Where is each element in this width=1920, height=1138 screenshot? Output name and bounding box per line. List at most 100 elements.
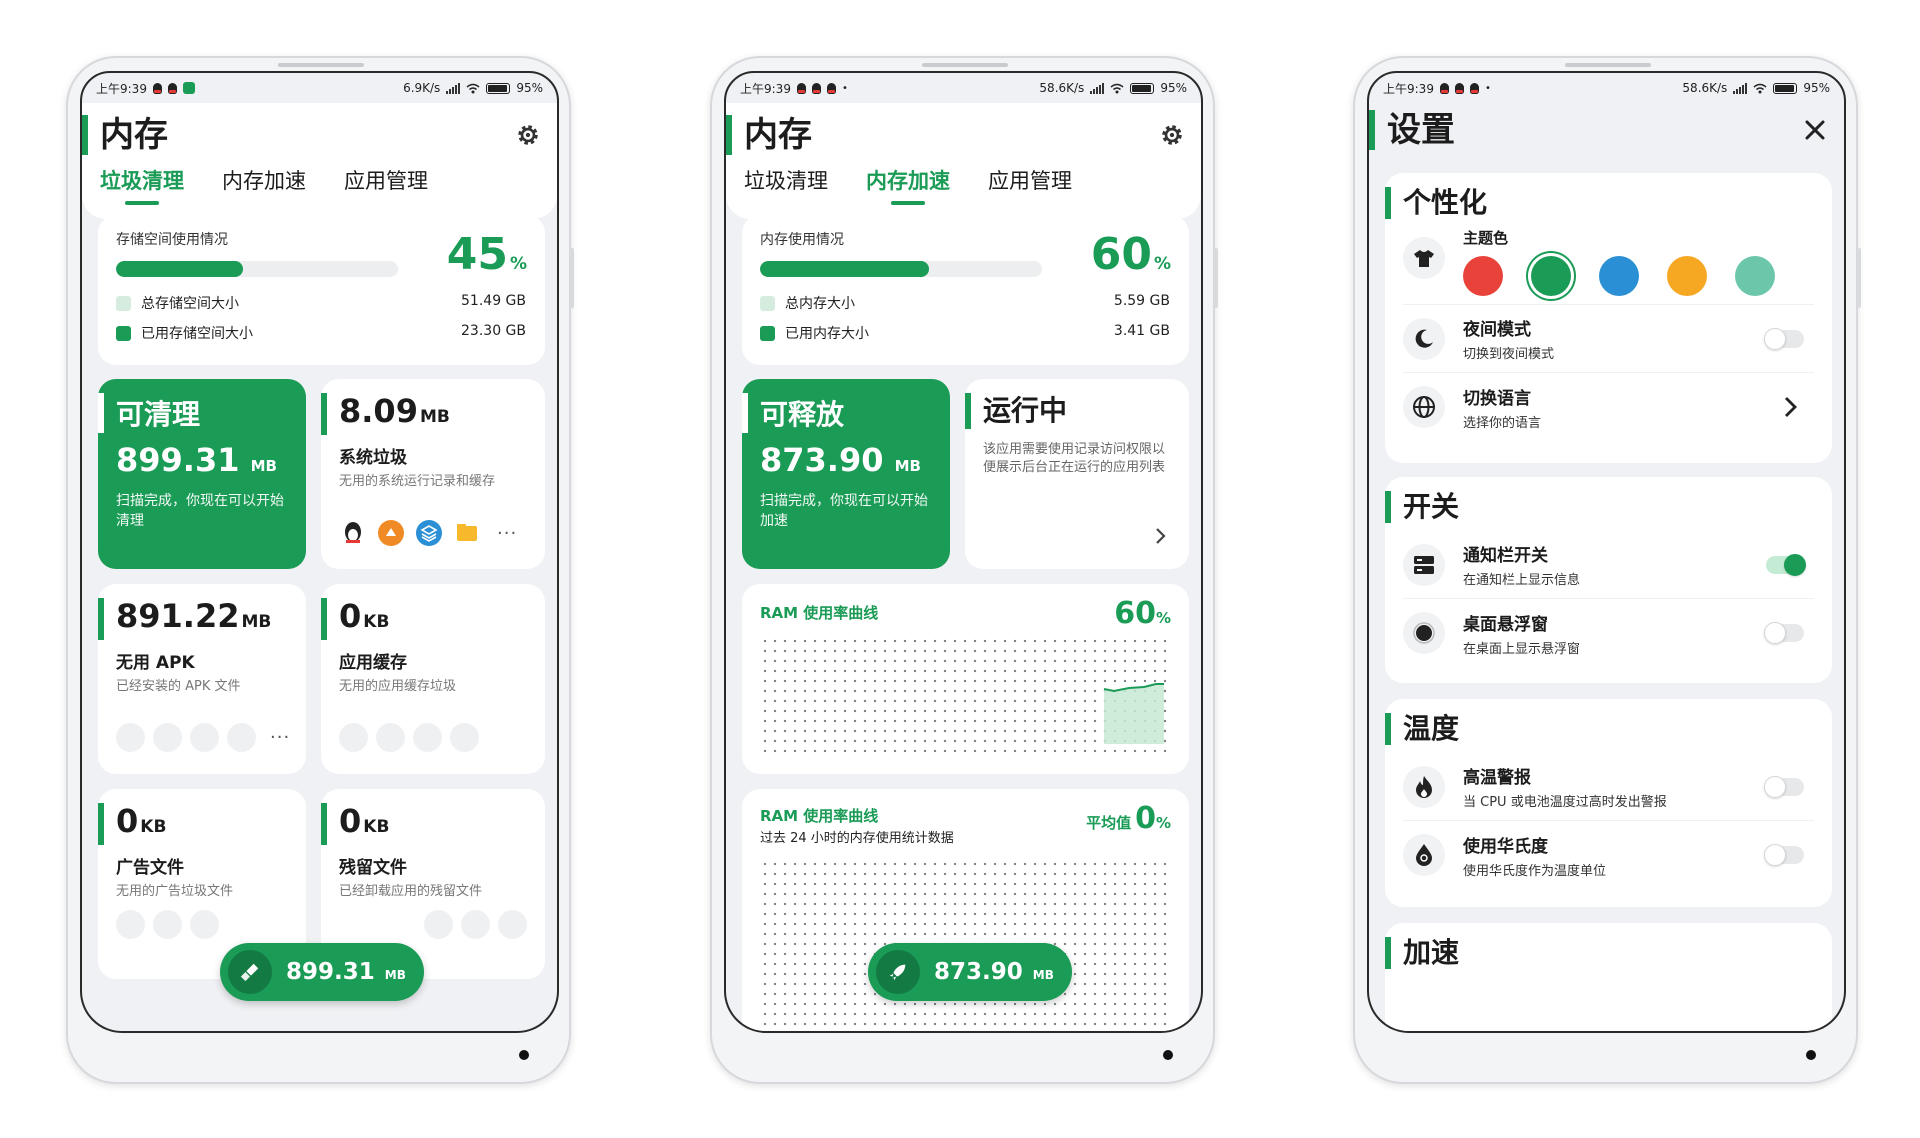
theme-swatch-4[interactable]: [1667, 256, 1707, 296]
screen-settings: 上午9:39 • 58.6K/s 95% 设置 个性化 主题色 夜间模式 切换到…: [1367, 71, 1846, 1033]
globe-icon: [1403, 386, 1445, 428]
settings-header: 设置: [1369, 103, 1844, 157]
residual-size: 0 KB: [321, 803, 527, 845]
apk-title: 无用 APK: [116, 653, 195, 673]
used-value: 23.30 GB: [461, 323, 526, 339]
status-bar: 上午9:39 • 58.6K/s 95%: [726, 73, 1201, 103]
high-temp-alarm-subtitle: 当 CPU 或电池温度过高时发出警报: [1463, 795, 1667, 810]
qq-icon: [167, 82, 177, 94]
app-notification-icon: [182, 82, 195, 94]
running-title: 运行中: [965, 393, 1171, 429]
usage-progress-bar: [116, 261, 398, 277]
theme-swatch-1[interactable]: [1463, 256, 1503, 296]
fahrenheit-row[interactable]: 使用华氏度 使用华氏度作为温度单位: [1403, 821, 1814, 889]
blue-stack-app-icon: [416, 520, 442, 546]
placeholder-icons: [116, 910, 219, 939]
rocket-icon: [876, 950, 920, 994]
cleanable-desc: 扫描完成，你现在可以开始清理: [116, 493, 284, 529]
usage-progress-bar: [760, 261, 1042, 277]
system-junk-card[interactable]: 8.09 MB 系统垃圾 无用的系统运行记录和缓存 ···: [321, 379, 545, 569]
boost-fab-value: 873.90 MB: [934, 959, 1054, 985]
status-time: 上午9:39: [740, 81, 791, 96]
clean-fab-button[interactable]: 899.31 MB: [220, 943, 424, 1001]
app-header: 内存 垃圾清理 内存加速 应用管理: [726, 103, 1201, 219]
tab-memory-boost[interactable]: 内存加速: [866, 165, 950, 211]
theme-color-label: 主题色: [1463, 229, 1509, 247]
floating-window-toggle[interactable]: [1764, 622, 1804, 644]
camera-dot: [519, 1050, 529, 1060]
cleanable-value: 899.31 MB: [116, 441, 277, 479]
tab-memory-boost[interactable]: 内存加速: [222, 165, 306, 211]
placeholder-icons: ···: [116, 723, 290, 752]
legend-swatch-used: [760, 325, 775, 341]
battery-level: 95: [516, 81, 532, 95]
page-title: 内存: [82, 115, 168, 155]
releasable-title: 可释放: [742, 393, 932, 433]
night-mode-title: 夜间模式: [1463, 320, 1531, 340]
temperature-title: 温度: [1385, 713, 1814, 745]
total-legend-row: 总内存大小 5.59 GB: [760, 293, 1170, 313]
fahrenheit-toggle[interactable]: [1764, 844, 1804, 866]
gear-icon[interactable]: [515, 122, 541, 148]
cleanable-card[interactable]: 可清理 899.31 MB 扫描完成，你现在可以开始清理: [98, 379, 306, 569]
theme-swatch-3[interactable]: [1599, 256, 1639, 296]
night-mode-subtitle: 切换到夜间模式: [1463, 347, 1555, 362]
tab-app-manager[interactable]: 应用管理: [988, 165, 1072, 211]
camera-dot: [1806, 1050, 1816, 1060]
used-legend-row: 已用存储空间大小 23.30 GB: [116, 323, 526, 343]
notification-bar-row[interactable]: 通知栏开关 在通知栏上显示信息: [1403, 531, 1814, 599]
ad-desc: 无用的广告垃圾文件: [116, 884, 234, 899]
chevron-right-icon[interactable]: [1784, 396, 1798, 418]
useless-apk-card[interactable]: 891.22 MB 无用 APK 已经安装的 APK 文件 ···: [98, 584, 306, 774]
floating-window-title: 桌面悬浮窗: [1463, 614, 1548, 635]
folder-app-icon: [457, 524, 477, 541]
system-junk-desc: 无用的系统运行记录和缓存: [339, 474, 496, 489]
ram-chart-percent: 60%: [1114, 596, 1171, 631]
orange-app-icon: [378, 520, 404, 546]
battery-level: 95: [1803, 81, 1819, 95]
status-time: 上午9:39: [96, 81, 147, 96]
app-cache-card[interactable]: 0 KB 应用缓存 无用的应用缓存垃圾: [321, 584, 545, 774]
battery-icon: [486, 82, 511, 94]
theme-swatch-2[interactable]: [1531, 256, 1571, 296]
phone-frame-3: 上午9:39 • 58.6K/s 95% 设置 个性化 主题色 夜间模式 切换到…: [1353, 56, 1861, 1084]
battery-unit: %: [531, 81, 543, 95]
more-icon[interactable]: ···: [497, 523, 517, 544]
language-row[interactable]: 切换语言 选择你的语言: [1403, 373, 1814, 441]
notification-bar-toggle[interactable]: [1766, 553, 1806, 576]
high-temp-alarm-toggle[interactable]: [1764, 775, 1804, 798]
high-temp-alarm-row[interactable]: 高温警报当 CPU 或电池温度过高时发出警报: [1403, 753, 1814, 821]
night-mode-row[interactable]: 夜间模式切换到夜间模式: [1403, 305, 1814, 373]
camera-dot: [1163, 1050, 1173, 1060]
personalization-title: 个性化: [1385, 187, 1814, 219]
notification-bar-title: 通知栏开关: [1463, 546, 1548, 566]
ram-chart-title: RAM 使用率曲线: [760, 604, 879, 622]
gear-icon[interactable]: [1159, 122, 1185, 148]
status-bar: 上午9:39 6.9K/s 95%: [82, 73, 557, 103]
network-speed: 58.6K/s: [1039, 81, 1085, 95]
apk-size: 891.22 MB: [98, 598, 288, 640]
ram-24h-average: 平均值 0%: [1086, 801, 1171, 836]
ram-24h-title: RAM 使用率曲线: [760, 807, 879, 825]
floating-window-row[interactable]: 桌面悬浮窗 在桌面上显示悬浮窗: [1403, 599, 1814, 667]
close-icon[interactable]: [1804, 119, 1826, 141]
storage-usage-card: 存储空间使用情况 45% 总存储空间大小 51.49 GB 已用存储空间大小 2…: [98, 215, 545, 365]
more-icon[interactable]: ···: [270, 727, 290, 748]
night-mode-toggle[interactable]: [1764, 327, 1804, 350]
tab-junk-clean[interactable]: 垃圾清理: [100, 165, 184, 211]
running-apps-card[interactable]: 运行中 该应用需要使用记录访问权限以便展示后台正在运行的应用列表: [965, 379, 1189, 569]
qq-icon: [826, 82, 836, 94]
tab-junk-clean[interactable]: 垃圾清理: [744, 165, 828, 211]
boost-section: 加速: [1385, 923, 1832, 1031]
chevron-right-icon[interactable]: [1155, 527, 1167, 545]
releasable-card[interactable]: 可释放 873.90 MB 扫描完成，你现在可以开始加速: [742, 379, 950, 569]
qq-icon: [1439, 82, 1449, 94]
tab-app-manager[interactable]: 应用管理: [344, 165, 428, 211]
phone-frame-2: 上午9:39 • 58.6K/s 95% 内存 垃圾清理 内存加速 应用管理 内…: [710, 56, 1218, 1084]
ram-usage-curve: [1103, 683, 1164, 744]
boost-fab-button[interactable]: 873.90 MB: [868, 943, 1072, 1001]
theme-swatch-5[interactable]: [1735, 256, 1775, 296]
placeholder-icons: [424, 910, 527, 939]
apk-desc: 已经安装的 APK 文件: [116, 679, 241, 694]
releasable-value: 873.90 MB: [760, 441, 921, 479]
